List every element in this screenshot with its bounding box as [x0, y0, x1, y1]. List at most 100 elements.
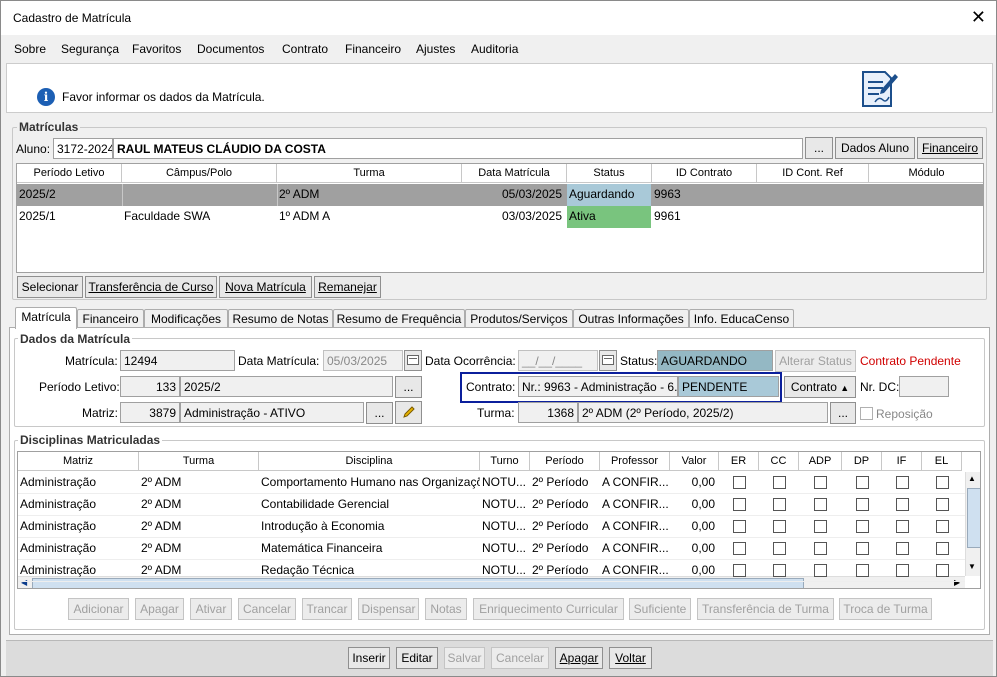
data-matricula-field[interactable]: 05/03/2025 [323, 350, 403, 371]
checkbox-cc[interactable] [773, 476, 786, 489]
col-header[interactable]: Período [530, 452, 600, 471]
checkbox-if[interactable] [896, 564, 909, 577]
apagar-button[interactable]: Apagar [555, 647, 603, 669]
menu-ajustes[interactable]: Ajustes [416, 42, 455, 56]
checkbox-dp[interactable] [856, 542, 869, 555]
salvar-button[interactable]: Salvar [444, 647, 485, 669]
col-header[interactable]: Módulo [869, 164, 983, 183]
col-header[interactable]: IF [882, 452, 922, 471]
turma-field[interactable]: 2º ADM (2º Período, 2025/2) [578, 402, 828, 423]
menu-documentos[interactable]: Documentos [197, 42, 264, 56]
checkbox-adp[interactable] [814, 476, 827, 489]
dados-aluno-button[interactable]: Dados Aluno [835, 137, 915, 159]
tab-info-educacenso[interactable]: Info. EducaCenso [689, 309, 794, 328]
menu-financeiro[interactable]: Financeiro [345, 42, 401, 56]
turma-search-button[interactable]: ... [830, 402, 856, 424]
matricula-field[interactable]: 12494 [120, 350, 235, 371]
col-header[interactable]: EL [922, 452, 962, 471]
matriz-search-button[interactable]: ... [366, 402, 393, 424]
checkbox-el[interactable] [936, 542, 949, 555]
selecionar-button[interactable]: Selecionar [17, 276, 83, 298]
menu-favoritos[interactable]: Favoritos [132, 42, 181, 56]
checkbox-er[interactable] [733, 520, 746, 533]
reposicao-checkbox[interactable] [860, 407, 873, 420]
checkbox-er[interactable] [733, 498, 746, 511]
menu-contrato[interactable]: Contrato [282, 42, 328, 56]
col-header[interactable]: ID Contrato [652, 164, 757, 183]
periodo-code-field[interactable]: 133 [120, 376, 180, 397]
calendar-icon[interactable] [404, 350, 422, 371]
calendar-icon[interactable] [599, 350, 617, 371]
nrdc-field[interactable] [899, 376, 949, 397]
col-header[interactable]: ID Cont. Ref [757, 164, 869, 183]
checkbox-el[interactable] [936, 476, 949, 489]
col-header[interactable]: ADP [799, 452, 842, 471]
checkbox-adp[interactable] [814, 564, 827, 577]
scroll-up-icon[interactable]: ▲ [968, 474, 976, 483]
editar-button[interactable]: Editar [396, 647, 438, 669]
col-header[interactable]: DP [842, 452, 882, 471]
col-header[interactable]: Turno [480, 452, 530, 471]
tab-produtos-servicos[interactable]: Produtos/Serviços [465, 309, 573, 328]
checkbox-dp[interactable] [856, 520, 869, 533]
checkbox-if[interactable] [896, 520, 909, 533]
troca-turma-button[interactable]: Troca de Turma [839, 598, 932, 620]
checkbox-adp[interactable] [814, 520, 827, 533]
trancar-button[interactable]: Trancar [302, 598, 352, 620]
close-icon[interactable]: ✕ [971, 7, 986, 27]
dispensar-button[interactable]: Dispensar [358, 598, 419, 620]
tab-matricula[interactable]: Matrícula [15, 307, 77, 329]
matriz-code-field[interactable]: 3879 [120, 402, 180, 423]
data-ocorrencia-field[interactable]: __/__/____ [518, 350, 598, 371]
contrato-button[interactable]: Contrato ▲ [784, 376, 856, 398]
col-header[interactable]: Turma [139, 452, 259, 471]
aluno-code-field[interactable]: 3172-2024 [53, 138, 113, 159]
col-header[interactable]: Período Letivo [17, 164, 122, 183]
checkbox-adp[interactable] [814, 542, 827, 555]
remanejar-button[interactable]: Remanejar [314, 276, 381, 298]
turma-code-field[interactable]: 1368 [518, 402, 578, 423]
tab-modificacoes[interactable]: Modificações [144, 309, 228, 328]
checkbox-el[interactable] [936, 498, 949, 511]
checkbox-if[interactable] [896, 476, 909, 489]
checkbox-er[interactable] [733, 564, 746, 577]
checkbox-adp[interactable] [814, 498, 827, 511]
suficiente-button[interactable]: Suficiente [629, 598, 691, 620]
voltar-button[interactable]: Voltar [609, 647, 652, 669]
vertical-scrollbar[interactable]: ▲ ▼ [965, 472, 980, 576]
inserir-button[interactable]: Inserir [348, 647, 390, 669]
checkbox-cc[interactable] [773, 564, 786, 577]
financeiro-button[interactable]: Financeiro [917, 137, 983, 159]
checkbox-if[interactable] [896, 498, 909, 511]
scroll-thumb[interactable] [967, 488, 980, 548]
tab-resumo-notas[interactable]: Resumo de Notas [228, 309, 333, 328]
checkbox-dp[interactable] [856, 564, 869, 577]
checkbox-er[interactable] [733, 542, 746, 555]
menu-auditoria[interactable]: Auditoria [471, 42, 518, 56]
col-header[interactable]: Valor [670, 452, 719, 471]
col-header[interactable]: Data Matrícula [462, 164, 567, 183]
transferencia-curso-button[interactable]: Transferência de Curso [85, 276, 217, 298]
apagar-button[interactable]: Apagar [135, 598, 184, 620]
tab-financeiro[interactable]: Financeiro [77, 309, 144, 328]
col-header[interactable]: Câmpus/Polo [122, 164, 277, 183]
notas-button[interactable]: Notas [425, 598, 467, 620]
col-header[interactable]: ER [719, 452, 759, 471]
checkbox-dp[interactable] [856, 476, 869, 489]
checkbox-el[interactable] [936, 564, 949, 577]
col-header[interactable]: Turma [277, 164, 462, 183]
status-field[interactable]: AGUARDANDO [657, 350, 773, 371]
checkbox-dp[interactable] [856, 498, 869, 511]
col-header[interactable]: Disciplina [259, 452, 480, 471]
cancelar-button[interactable]: Cancelar [238, 598, 296, 620]
menu-sobre[interactable]: Sobre [14, 42, 46, 56]
menu-seguranca[interactable]: Segurança [61, 42, 119, 56]
ativar-button[interactable]: Ativar [190, 598, 232, 620]
enriquecimento-curricular-button[interactable]: Enriquecimento Curricular [473, 598, 624, 620]
pencil-icon[interactable] [395, 401, 422, 424]
checkbox-if[interactable] [896, 542, 909, 555]
periodo-search-button[interactable]: ... [395, 376, 422, 398]
contrato-field[interactable]: Nr.: 9963 - Administração - 6. [518, 376, 678, 397]
tab-outras-informacoes[interactable]: Outras Informações [573, 309, 689, 328]
col-header[interactable]: Professor [600, 452, 670, 471]
